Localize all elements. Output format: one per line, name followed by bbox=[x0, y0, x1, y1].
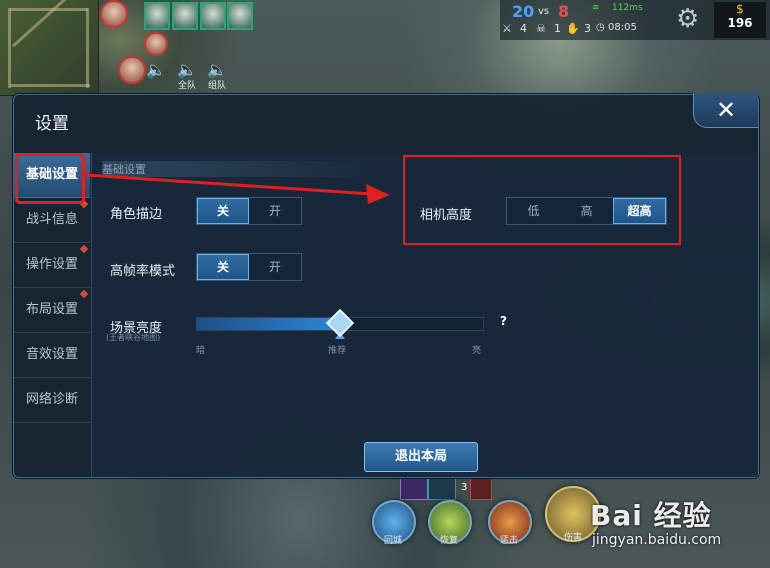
annotation-highlight-camera bbox=[403, 155, 681, 245]
notification-dot bbox=[79, 289, 89, 299]
sidebar-item-sound[interactable]: 音效设置 bbox=[14, 333, 90, 378]
brightness-sublabel: (王者峡谷地图) bbox=[106, 333, 161, 342]
clock-icon: ◷ bbox=[596, 22, 605, 33]
sidebar-item-network[interactable]: 网络诊断 bbox=[14, 378, 90, 423]
money-bag-icon: $ bbox=[736, 2, 744, 16]
item-count: 3 bbox=[461, 482, 468, 493]
minimap-lane bbox=[10, 84, 90, 87]
watermark-brand: Bai 经验 bbox=[590, 499, 712, 532]
skull-icon: ☠ bbox=[536, 22, 546, 35]
team-kills-right: 8 bbox=[558, 2, 570, 21]
attack-label: 伤害 bbox=[564, 533, 583, 543]
sidebar-item-label: 战斗信息 bbox=[25, 212, 78, 227]
vs-label: vs bbox=[538, 6, 550, 17]
outline-on-option[interactable]: 开 bbox=[249, 198, 301, 224]
notification-dot bbox=[79, 244, 89, 254]
ally-hero-avatar bbox=[227, 2, 253, 30]
help-icon[interactable]: ? bbox=[500, 314, 507, 328]
speaker-icon: 🔈 bbox=[207, 60, 227, 79]
speaker-icon: 🔈 bbox=[177, 60, 197, 79]
sidebar-item-label: 操作设置 bbox=[25, 257, 78, 272]
voice-team-label: 组队 bbox=[207, 81, 226, 91]
voice-team-toggle[interactable]: 🔈 组队 bbox=[204, 60, 230, 92]
brightness-slider-fill bbox=[197, 318, 340, 330]
settings-panel: 设置 ✕ 基础设置 战斗信息 操作设置 布局设置 音效设置 网络诊断 基础设置 … bbox=[13, 93, 759, 478]
sword-icon: ⚔ bbox=[502, 22, 512, 35]
mic-toggle[interactable]: 🔈 bbox=[146, 62, 166, 78]
close-button[interactable]: ✕ bbox=[693, 93, 758, 128]
sidebar-item-layout[interactable]: 布局设置 bbox=[14, 288, 90, 333]
enemy-hero-avatar bbox=[100, 0, 128, 28]
high-fps-off-option[interactable]: 关 bbox=[197, 254, 249, 280]
gold-value: 196 bbox=[727, 16, 753, 30]
brightness-slider[interactable] bbox=[196, 308, 484, 339]
high-fps-label: 高帧率模式 bbox=[110, 264, 176, 279]
sidebar-item-label: 音效设置 bbox=[25, 347, 78, 362]
brightness-bright-label: 亮 bbox=[472, 346, 482, 356]
gear-icon[interactable]: ⚙ bbox=[676, 4, 699, 34]
brightness-dark-label: 暗 bbox=[196, 346, 206, 356]
ally-hero-avatar bbox=[200, 2, 226, 30]
voice-all-toggle[interactable]: 🔈 全队 bbox=[174, 60, 200, 92]
minimap-lane bbox=[86, 8, 89, 88]
sidebar-item-label: 网络诊断 bbox=[25, 392, 78, 407]
ally-hero-avatar bbox=[172, 2, 198, 30]
close-icon: ✕ bbox=[715, 96, 737, 124]
match-time: 08:05 bbox=[608, 22, 637, 33]
outline-label: 角色描边 bbox=[110, 207, 163, 222]
exit-match-button[interactable]: 退出本局 bbox=[364, 442, 478, 472]
sidebar-item-label: 布局设置 bbox=[25, 302, 78, 317]
voice-all-label: 全队 bbox=[177, 81, 196, 91]
sidebar-item-battle-info[interactable]: 战斗信息 bbox=[14, 198, 90, 243]
outline-off-option[interactable]: 关 bbox=[197, 198, 249, 224]
panel-title: 设置 bbox=[35, 114, 69, 134]
sidebar-item-controls[interactable]: 操作设置 bbox=[14, 243, 90, 288]
annotation-highlight-sidebar bbox=[15, 153, 85, 204]
wifi-icon: ≋ bbox=[592, 3, 600, 13]
watermark-url: jingyan.baidu.com bbox=[592, 532, 722, 548]
baidu-watermark: Bai 经验 jingyan.baidu.com bbox=[590, 488, 770, 568]
speaker-icon: 🔈 bbox=[146, 60, 166, 79]
team-kills-left: 20 bbox=[512, 2, 535, 21]
stat-assists: 3 bbox=[584, 22, 591, 35]
smite-label: 惩击 bbox=[500, 536, 519, 546]
stat-deaths: 1 bbox=[554, 22, 561, 35]
stat-kills: 4 bbox=[520, 22, 527, 35]
minimap[interactable] bbox=[0, 0, 99, 96]
brightness-recommended-label: 推荐 bbox=[328, 346, 347, 356]
outline-toggle: 关 开 bbox=[196, 197, 302, 225]
minimap-lane bbox=[8, 8, 11, 88]
ally-hero-avatar bbox=[144, 2, 170, 30]
enemy-hero-avatar bbox=[144, 32, 168, 56]
assist-icon: ✋ bbox=[566, 22, 580, 35]
heal-label: 恢复 bbox=[440, 536, 459, 546]
enemy-hero-avatar bbox=[118, 56, 146, 84]
high-fps-toggle: 关 开 bbox=[196, 253, 302, 281]
recall-label: 回城 bbox=[384, 536, 403, 546]
gold-counter: $ 196 bbox=[714, 2, 766, 38]
ping-value: 112ms bbox=[612, 3, 643, 13]
section-header: 基础设置 bbox=[102, 161, 382, 177]
high-fps-on-option[interactable]: 开 bbox=[249, 254, 301, 280]
